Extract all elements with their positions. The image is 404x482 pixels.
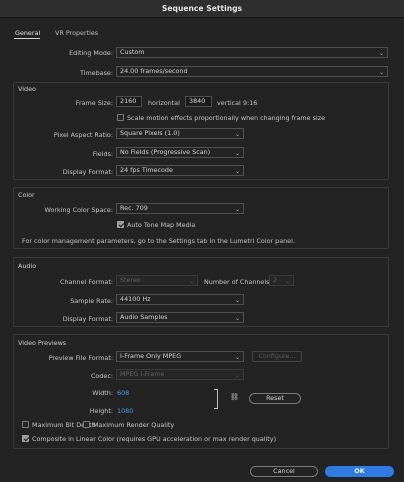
reset-button[interactable]: Reset	[249, 393, 301, 404]
editing-mode-value: Custom	[120, 48, 145, 56]
pixel-aspect-label: Pixel Aspect Ratio:	[53, 131, 113, 139]
codec-value: MPEG I-Frame	[120, 370, 165, 378]
audio-display-format-select[interactable]: Audio Samples ⌄	[116, 312, 244, 323]
preview-width-label: Width:	[92, 389, 113, 397]
preview-file-format-value: I-Frame Only MPEG	[120, 352, 182, 360]
ok-button[interactable]: OK	[325, 466, 394, 477]
preview-file-format-label: Preview File Format:	[48, 354, 113, 362]
video-display-format-select[interactable]: 24 fps Timecode ⌄	[116, 165, 244, 176]
aspect-ratio-readout: 9:16	[243, 99, 258, 107]
num-channels-label: Number of Channels:	[204, 278, 272, 286]
audio-section-title: Audio	[18, 262, 37, 270]
window-title: Sequence Settings	[0, 0, 404, 18]
chevron-down-icon: ⌄	[234, 206, 240, 213]
chevron-down-icon: ⌄	[234, 150, 240, 157]
codec-label: Codec:	[90, 372, 113, 380]
channel-format-value: Stereo	[120, 276, 141, 284]
tab-active-indicator	[14, 38, 40, 39]
auto-tone-map-label: Auto Tone Map Media	[127, 221, 196, 229]
cancel-button[interactable]: Cancel	[250, 466, 318, 477]
codec-select[interactable]: MPEG I-Frame ⌄	[116, 369, 244, 380]
chevron-down-icon: ⌄	[234, 168, 240, 175]
working-color-space-value: Rec. 709	[120, 204, 148, 212]
video-display-format-label: Display Format:	[62, 168, 113, 176]
frame-size-label: Frame Size:	[75, 99, 113, 107]
color-info-text: For color management parameters, go to t…	[22, 237, 295, 245]
channel-format-select[interactable]: Stereo ⌄	[116, 275, 198, 286]
scale-motion-label: Scale motion effects proportionally when…	[127, 114, 326, 122]
horizontal-label: horizontal	[148, 99, 180, 107]
sample-rate-value: 44100 Hz	[120, 295, 151, 303]
chevron-down-icon: ⌄	[234, 297, 240, 304]
editing-mode-label: Editing Mode:	[69, 49, 113, 57]
sample-rate-label: Sample Rate:	[70, 297, 113, 305]
tab-vr-properties[interactable]: VR Properties	[55, 29, 98, 37]
chevron-down-icon: ⌄	[234, 315, 240, 322]
max-bit-depth-checkbox[interactable]	[22, 421, 29, 428]
num-channels-value: 2	[273, 276, 278, 284]
pixel-aspect-value: Square Pixels (1.0)	[120, 129, 180, 137]
chevron-down-icon: ⌄	[378, 50, 384, 57]
video-section-title: Video	[18, 85, 36, 93]
preview-height-label: Height:	[89, 407, 113, 415]
pixel-aspect-select[interactable]: Square Pixels (1.0) ⌄	[116, 128, 244, 139]
composite-linear-checkbox[interactable]	[22, 435, 29, 442]
scale-motion-checkbox[interactable]	[117, 114, 124, 121]
composite-linear-label: Composite in Linear Color (requires GPU …	[32, 435, 277, 443]
auto-tone-map-checkbox[interactable]	[117, 221, 124, 228]
fields-value: No Fields (Progressive Scan)	[120, 148, 211, 156]
sample-rate-select[interactable]: 44100 Hz ⌄	[116, 294, 244, 305]
chevron-down-icon: ⌄	[284, 278, 290, 285]
frame-width-input[interactable]: 2160	[116, 96, 142, 107]
preview-file-format-select[interactable]: I-Frame Only MPEG ⌄	[116, 351, 244, 362]
fields-label: Fields:	[92, 150, 113, 158]
link-bracket	[214, 389, 218, 409]
color-section-title: Color	[18, 191, 35, 199]
audio-display-format-value: Audio Samples	[120, 313, 168, 321]
tab-general[interactable]: General	[15, 29, 40, 37]
preview-height-value[interactable]: 1080	[117, 407, 133, 415]
video-display-format-value: 24 fps Timecode	[120, 166, 173, 174]
video-previews-section-title: Video Previews	[18, 339, 67, 347]
chevron-down-icon: ⌄	[188, 278, 194, 285]
chevron-down-icon: ⌄	[234, 131, 240, 138]
timebase-value: 24.00 frames/second	[120, 67, 188, 75]
timebase-label: Timebase:	[79, 69, 113, 77]
link-chain-icon[interactable]: ⛓	[230, 393, 239, 401]
editing-mode-select[interactable]: Custom ⌄	[116, 47, 388, 58]
max-render-quality-label: Maximum Render Quality	[93, 421, 175, 429]
frame-height-input[interactable]: 3840	[185, 96, 212, 107]
timebase-select[interactable]: 24.00 frames/second ⌄	[116, 66, 388, 77]
chevron-down-icon: ⌄	[378, 69, 384, 76]
max-render-quality-checkbox[interactable]	[83, 421, 90, 428]
audio-display-format-label: Display Format:	[62, 315, 113, 323]
configure-button[interactable]: Configure...	[252, 351, 302, 362]
channel-format-label: Channel Format:	[60, 278, 113, 286]
num-channels-select[interactable]: 2 ⌄	[269, 275, 294, 286]
chevron-down-icon: ⌄	[234, 354, 240, 361]
vertical-label: vertical	[217, 99, 241, 107]
chevron-down-icon: ⌄	[234, 372, 240, 379]
preview-width-value[interactable]: 608	[117, 389, 129, 397]
working-color-space-select[interactable]: Rec. 709 ⌄	[116, 203, 244, 214]
working-color-space-label: Working Color Space:	[44, 206, 113, 214]
fields-select[interactable]: No Fields (Progressive Scan) ⌄	[116, 147, 244, 158]
